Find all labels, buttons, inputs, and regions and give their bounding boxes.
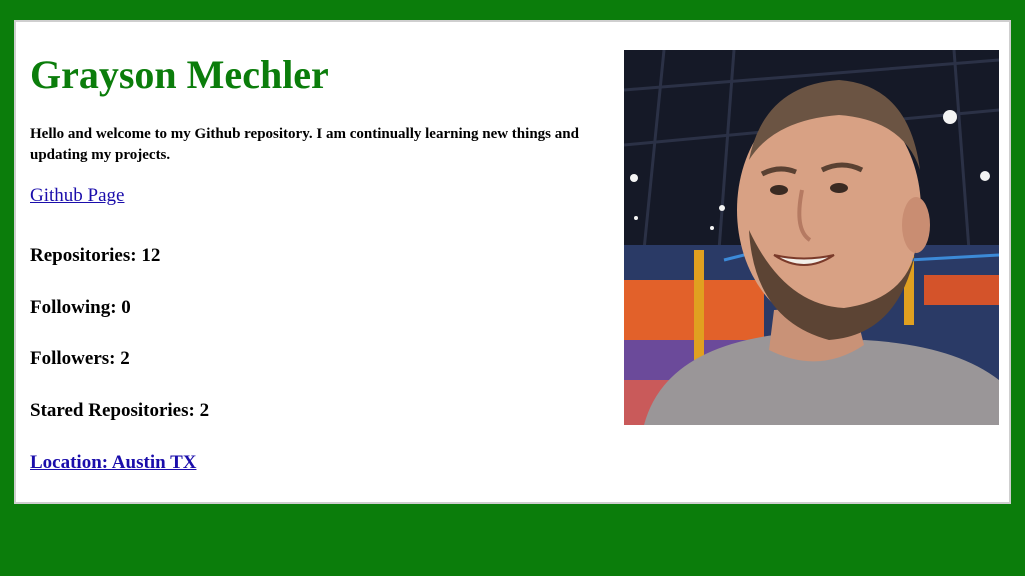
github-page-link[interactable]: Github Page (30, 184, 124, 208)
followers-stat-row: Followers: 2 (30, 347, 130, 371)
followers-stat: Followers: 2 (30, 348, 130, 369)
profile-card: Grayson Mechler Hello and welcome to my … (14, 20, 1011, 504)
location-link[interactable]: Location: Austin TX (30, 452, 196, 473)
location-row: Location: Austin TX (30, 451, 196, 475)
repositories-stat-row: Repositories: 12 (30, 244, 160, 268)
stared-repositories-stat-row: Stared Repositories: 2 (30, 399, 209, 423)
following-stat-row: Following: 0 (30, 296, 131, 320)
profile-name: Grayson Mechler (30, 52, 329, 97)
following-stat: Following: 0 (30, 297, 131, 318)
profile-photo (624, 50, 999, 425)
repositories-stat: Repositories: 12 (30, 245, 161, 266)
profile-bio: Hello and welcome to my Github repositor… (30, 126, 579, 163)
profile-photo-illustration (624, 50, 999, 425)
stared-repositories-stat: Stared Repositories: 2 (30, 400, 210, 421)
profile-info: Grayson Mechler Hello and welcome to my … (30, 22, 620, 473)
